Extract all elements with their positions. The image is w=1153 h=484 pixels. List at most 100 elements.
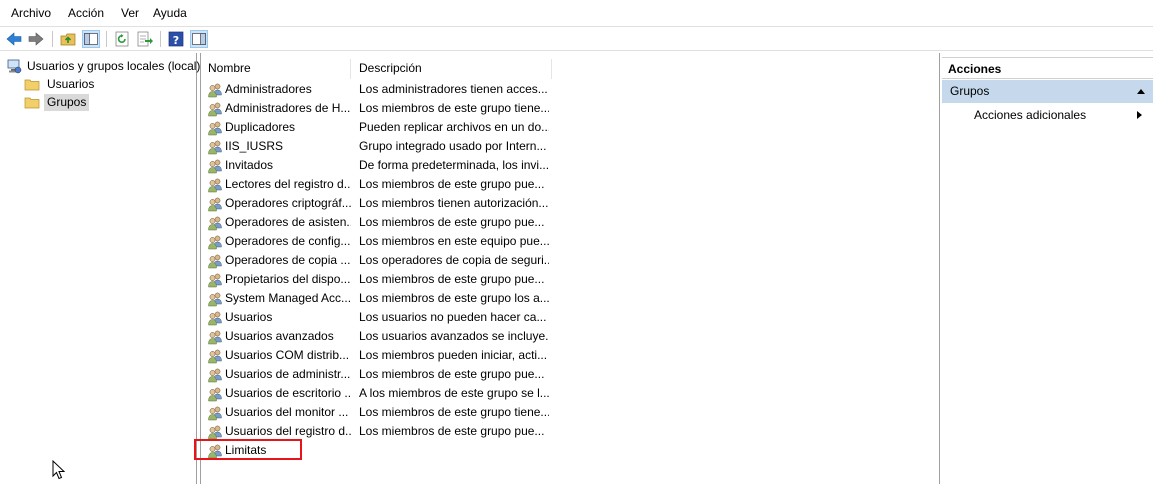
highlight-box [194,439,302,460]
group-icon [207,158,223,174]
table-row[interactable]: Invitados De forma predeterminada, los in… [201,156,941,175]
group-description-cell: Los miembros tienen autorización... [359,196,549,210]
group-icon [207,177,223,193]
help-icon[interactable]: ? [167,30,185,48]
group-name-cell: Operadores criptográf... [225,196,351,210]
export-list-icon[interactable] [136,30,154,48]
table-row[interactable]: Operadores de config... Los miembros en e… [201,232,941,251]
show-hide-action-pane-icon[interactable] [190,30,208,48]
refresh-icon[interactable] [113,30,131,48]
group-description-cell: Los miembros de este grupo pue... [359,272,545,286]
up-folder-icon[interactable] [59,30,77,48]
group-name-cell: Operadores de asisten... [225,215,351,229]
actions-section-label: Grupos [950,84,990,98]
menu-bar: Archivo Acción Ver Ayuda [0,0,1153,26]
group-name-cell: Usuarios [225,310,273,324]
group-description-cell: Los miembros de este grupo pue... [359,177,545,191]
back-arrow-icon[interactable] [5,30,23,48]
collapse-up-icon[interactable] [1137,89,1145,94]
group-icon [207,196,223,212]
group-description-cell: Los miembros pueden iniciar, acti... [359,348,548,362]
table-row[interactable]: Usuarios avanzados Los usuarios avanzados… [201,327,941,346]
show-hide-tree-icon[interactable] [82,30,100,48]
group-icon [207,82,223,98]
group-icon [207,234,223,250]
list-header: Nombre Descripción [201,59,941,79]
mouse-pointer-icon [52,459,66,480]
tree-item-label: Usuarios [47,77,95,91]
table-row[interactable]: Usuarios de administr... Los miembros de … [201,365,941,384]
table-row[interactable]: Operadores criptográf... Los miembros tie… [201,194,941,213]
group-icon [207,310,223,326]
group-description-cell: Los miembros de este grupo pue... [359,215,545,229]
group-name-cell: Usuarios de administr... [225,367,351,381]
submenu-arrow-icon [1137,111,1142,119]
table-row[interactable]: Operadores de asisten... Los miembros de … [201,213,941,232]
group-icon [207,253,223,269]
column-header-nombre[interactable]: Nombre [201,59,351,79]
menu-ver[interactable]: Ver [121,6,139,20]
groups-list: Nombre Descripción Administradores Los ad… [194,53,941,484]
group-icon [207,215,223,231]
table-row[interactable]: Duplicadores Pueden replicar archivos en … [201,118,941,137]
table-row[interactable]: Usuarios COM distrib... Los miembros pued… [201,346,941,365]
group-name-cell: Invitados [225,158,274,172]
menu-archivo[interactable]: Archivo [11,6,51,20]
table-row[interactable]: Lectores del registro d... Los miembros d… [201,175,941,194]
group-name-cell: Usuarios de escritorio ... [225,386,351,400]
group-description-cell: Los operadores de copia de seguri... [359,253,549,267]
group-description-cell: Los administradores tienen acces... [359,82,548,96]
table-row[interactable]: Propietarios del dispo... Los miembros de… [201,270,941,289]
folder-icon [24,77,40,92]
group-description-cell: Los miembros de este grupo los a... [359,291,549,305]
group-name-cell: Administradores [225,82,312,96]
menu-ayuda[interactable]: Ayuda [153,6,187,20]
group-icon [207,291,223,307]
group-icon [207,367,223,383]
group-name-cell: Administradores de H... [225,101,351,115]
group-description-cell: Los usuarios no pueden hacer ca... [359,310,547,324]
group-description-cell: Los miembros de este grupo tiene... [359,101,549,115]
group-description-cell: De forma predeterminada, los invi... [359,158,549,172]
group-icon [207,139,223,155]
group-name-cell: Propietarios del dispo... [225,272,351,286]
table-row[interactable]: Usuarios del registro d... Los miembros d… [201,422,941,441]
group-icon [207,386,223,402]
forward-arrow-icon[interactable] [27,30,45,48]
toolbar: ? [0,26,1153,51]
more-actions-item[interactable]: Acciones adicionales [974,107,1086,124]
column-header-descripcion[interactable]: Descripción [352,59,552,79]
svg-text:?: ? [173,34,179,47]
table-row[interactable]: System Managed Acc... Los miembros de est… [201,289,941,308]
group-description-cell: Grupo integrado usado por Intern... [359,139,547,153]
console-tree: Usuarios y grupos locales (local) Usuari… [0,53,200,484]
table-row[interactable]: IIS_IUSRS Grupo integrado usado por Inter… [201,137,941,156]
toolbar-separator [106,31,107,47]
group-name-cell: Operadores de config... [225,234,351,248]
table-row[interactable]: Usuarios de escritorio ... A los miembros… [201,384,941,403]
table-row[interactable]: Usuarios Los usuarios no pueden hacer ca.… [201,308,941,327]
group-name-cell: Operadores de copia ... [225,253,351,267]
actions-section-grupos[interactable]: Grupos [942,80,1153,103]
tree-root-label: Usuarios y grupos locales (local) [27,59,201,73]
group-description-cell: Los miembros en este equipo pue... [359,234,549,248]
group-name-cell: System Managed Acc... [225,291,351,305]
toolbar-separator [52,31,53,47]
table-row[interactable]: Administradores de H... Los miembros de e… [201,99,941,118]
group-icon [207,329,223,345]
table-row[interactable]: Operadores de copia ... Los operadores de… [201,251,941,270]
group-name-cell: Duplicadores [225,120,296,134]
group-name-cell: Lectores del registro d... [225,177,351,191]
group-description-cell: Los miembros de este grupo pue... [359,424,545,438]
actions-title: Acciones [942,57,1153,79]
table-row[interactable]: Usuarios del monitor ... Los miembros de … [201,403,941,422]
group-name-cell: Usuarios del monitor ... [225,405,349,419]
table-row[interactable]: Limitats [194,439,941,460]
tree-item-label: Grupos [44,94,90,111]
menu-accion[interactable]: Acción [68,6,104,20]
group-name-cell: IIS_IUSRS [225,139,284,153]
table-row[interactable]: Administradores Los administradores tiene… [201,80,941,99]
group-icon [207,424,223,440]
group-icon [207,101,223,117]
group-description-cell: A los miembros de este grupo se l... [359,386,549,400]
